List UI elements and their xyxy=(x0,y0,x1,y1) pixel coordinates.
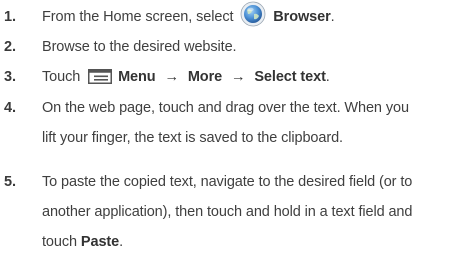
step-2: 2. Browse to the desired website. xyxy=(0,35,237,59)
arrow-icon: → xyxy=(231,69,246,85)
step-4: 4. On the web page, touch and drag over … xyxy=(0,96,409,150)
step-text-line-2: another application), then touch and hol… xyxy=(42,204,413,220)
step-text: Browse to the desired website. xyxy=(42,39,237,55)
step-number: 5. xyxy=(4,174,16,190)
punctuation: . xyxy=(330,9,335,25)
step-number: 1. xyxy=(4,9,16,25)
step-text: touch xyxy=(42,234,77,250)
step-3: 3. Touch Menu → More → Select text. xyxy=(0,65,330,89)
arrow-icon: → xyxy=(164,69,179,85)
step-1: 1. From the Home screen, select Browser. xyxy=(0,1,335,29)
select-text-label: Select text xyxy=(254,69,326,85)
punctuation: . xyxy=(325,69,330,85)
step-number: 4. xyxy=(4,100,16,116)
more-label: More xyxy=(187,69,223,85)
step-text-line-2: lift your finger, the text is saved to t… xyxy=(42,130,343,146)
browser-label: Browser xyxy=(273,9,331,25)
step-text-line-1: On the web page, touch and drag over the… xyxy=(42,100,409,116)
step-number: 2. xyxy=(4,39,16,55)
paste-label: Paste xyxy=(80,234,120,250)
step-text-line-1: To paste the copied text, navigate to th… xyxy=(42,174,413,190)
step-5: 5. To paste the copied text, navigate to… xyxy=(0,170,412,254)
punctuation: . xyxy=(119,234,124,250)
step-text: From the Home screen, select xyxy=(42,9,234,25)
menu-icon xyxy=(88,68,113,85)
step-text: Touch xyxy=(42,69,81,85)
menu-label: Menu xyxy=(118,69,156,85)
step-number: 3. xyxy=(4,69,16,85)
step-text-line-3: touch Paste. xyxy=(42,230,412,254)
browser-globe-icon xyxy=(240,1,266,27)
